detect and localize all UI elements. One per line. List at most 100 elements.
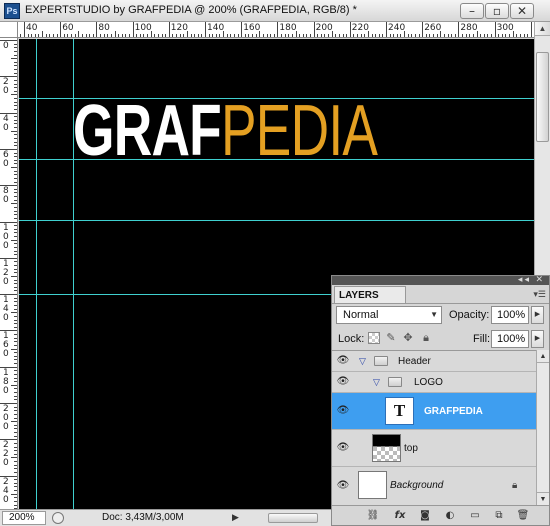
ruler-tick <box>422 22 424 37</box>
eye-visibility-icon[interactable]: 👁︎ <box>334 480 352 491</box>
ruler-label: 220 <box>351 23 369 33</box>
ruler-label: 2 0 <box>3 77 9 97</box>
ruler-tick <box>92 34 94 37</box>
lock-pixels-brush-icon[interactable]: ✎ <box>385 332 397 344</box>
ruler-tick <box>14 69 17 71</box>
ruler-tick <box>14 206 17 208</box>
fx-icon[interactable]: fx <box>393 509 407 522</box>
minimize-button[interactable]: – <box>460 3 484 19</box>
title-bar[interactable]: Ps EXPERTSTUDIO by GRAFPEDIA @ 200% (GRA… <box>0 0 550 22</box>
link-icon[interactable]: ⛓︎ <box>366 509 380 522</box>
vertical-ruler[interactable]: 0 2 0 4 0 6 0 8 0 1 0 0 1 2 0 1 4 0 1 6 0 1 8 0 2 … <box>0 38 18 509</box>
lock-position-move-icon[interactable]: ✥ <box>402 332 414 344</box>
maximize-button[interactable]: ▫ <box>485 3 509 19</box>
panel-header-strip[interactable]: ◂◂ ✕ <box>332 274 549 285</box>
eye-visibility-icon[interactable]: 👁︎ <box>334 376 352 387</box>
opacity-field[interactable]: 100% <box>491 306 529 324</box>
ruler-tick <box>14 359 17 361</box>
layer-row-logo[interactable]: 👁︎ ▽ LOGO <box>332 372 536 393</box>
ruler-tick <box>14 192 17 194</box>
ruler-tick <box>14 352 17 354</box>
fill-slider-arrow-icon[interactable]: ▶ <box>531 330 544 348</box>
expand-triangle-icon[interactable]: ▽ <box>373 377 380 388</box>
ruler-tick <box>11 275 17 277</box>
ruler-tick <box>147 34 149 37</box>
ruler-tick <box>14 243 17 245</box>
ruler-tick <box>277 22 279 37</box>
ruler-tick <box>255 34 257 37</box>
panel-menu-icon[interactable]: ▾☰ <box>533 289 546 300</box>
close-button[interactable]: ✕ <box>510 3 534 19</box>
opacity-slider-arrow-icon[interactable]: ▶ <box>531 306 544 324</box>
fill-field[interactable]: 100% <box>491 330 529 348</box>
horizontal-ruler[interactable]: 40 60 80 100 120 140 160 180 200 220 240 260 280 300 <box>18 22 534 38</box>
ruler-tick <box>161 34 163 37</box>
scroll-up-arrow-icon[interactable]: ▲ <box>537 350 549 363</box>
padlock-icon: 🔒︎ <box>512 480 518 491</box>
ruler-tick <box>11 384 17 386</box>
blend-mode-select[interactable]: Normal ▼ <box>336 306 442 324</box>
new-layer-icon[interactable]: ⧉ <box>492 509 506 522</box>
ruler-label: 1 2 0 <box>3 258 9 287</box>
trash-icon[interactable]: 🗑︎ <box>516 509 530 522</box>
photoshop-document-window: Ps EXPERTSTUDIO by GRAFPEDIA @ 200% (GRA… <box>0 0 550 526</box>
ruler-tick <box>125 34 127 37</box>
layer-row-top[interactable]: 👁︎ top <box>332 430 536 467</box>
status-info-icon[interactable] <box>52 512 64 524</box>
status-menu-arrow-icon[interactable]: ▶ <box>232 512 239 523</box>
lock-label: Lock: <box>338 333 365 345</box>
ruler-tick <box>11 58 17 60</box>
layer-name: GRAFPEDIA <box>424 406 483 417</box>
layer-row-header[interactable]: 👁︎ ▽ Header <box>332 351 536 372</box>
ruler-tick <box>284 34 286 37</box>
lock-all-padlock-icon[interactable]: 🔒︎ <box>420 332 432 344</box>
ruler-tick <box>237 34 239 37</box>
scroll-down-arrow-icon[interactable]: ▼ <box>537 492 549 505</box>
expand-triangle-icon[interactable]: ▽ <box>359 356 366 367</box>
ruler-label: 2 4 0 <box>3 476 9 505</box>
ruler-tick <box>14 381 17 383</box>
layer-row-grafpedia-selected[interactable]: 👁︎ T GRAFPEDIA <box>332 393 536 430</box>
eye-visibility-icon[interactable]: 👁︎ <box>334 355 352 366</box>
zoom-field[interactable]: 200% <box>2 511 46 525</box>
ruler-tick <box>14 268 17 270</box>
ruler-label: 160 <box>243 23 261 33</box>
ruler-tick <box>139 34 141 37</box>
layers-scrollbar[interactable]: ▲ ▼ <box>536 350 549 505</box>
ruler-tick <box>103 34 105 37</box>
ruler-tick <box>14 265 17 267</box>
ruler-tick <box>349 22 351 37</box>
ruler-tick <box>14 47 17 49</box>
new-group-icon[interactable]: ▭ <box>468 509 482 522</box>
ruler-tick <box>443 34 445 37</box>
adjustment-icon[interactable]: ◐ <box>443 509 457 522</box>
ruler-label: 140 <box>207 23 225 33</box>
eye-visibility-icon[interactable]: 👁︎ <box>334 405 352 416</box>
lock-transparency-icon[interactable] <box>368 332 380 344</box>
ruler-tick <box>14 138 17 139</box>
ruler-tick <box>14 141 17 143</box>
layer-row-background[interactable]: 👁︎ Background 🔒︎ <box>332 467 536 506</box>
ruler-tick <box>14 435 17 437</box>
ruler-tick <box>375 34 377 37</box>
ruler-tick <box>324 34 326 37</box>
horizontal-scroll-thumb[interactable] <box>268 513 318 523</box>
tab-layers[interactable]: LAYERS <box>334 286 406 304</box>
ruler-tick <box>14 442 17 444</box>
ruler-origin[interactable] <box>0 22 18 38</box>
vertical-guide[interactable] <box>36 39 37 509</box>
horizontal-guide[interactable] <box>19 220 534 221</box>
ruler-tick <box>14 217 17 219</box>
eye-visibility-icon[interactable]: 👁︎ <box>334 442 352 453</box>
folder-icon <box>388 377 402 387</box>
ruler-tick <box>14 286 17 288</box>
ruler-tick <box>219 34 221 37</box>
vertical-scroll-thumb[interactable] <box>536 52 549 142</box>
ruler-label: 8 0 <box>3 186 9 206</box>
scroll-up-arrow-icon[interactable]: ▲ <box>535 22 550 36</box>
ruler-tick <box>14 497 17 499</box>
mask-icon[interactable]: ◙ <box>418 509 432 522</box>
ruler-tick <box>14 98 17 100</box>
ruler-tick <box>14 323 17 325</box>
collapse-close-icon[interactable]: ◂◂ ✕ <box>518 274 545 285</box>
